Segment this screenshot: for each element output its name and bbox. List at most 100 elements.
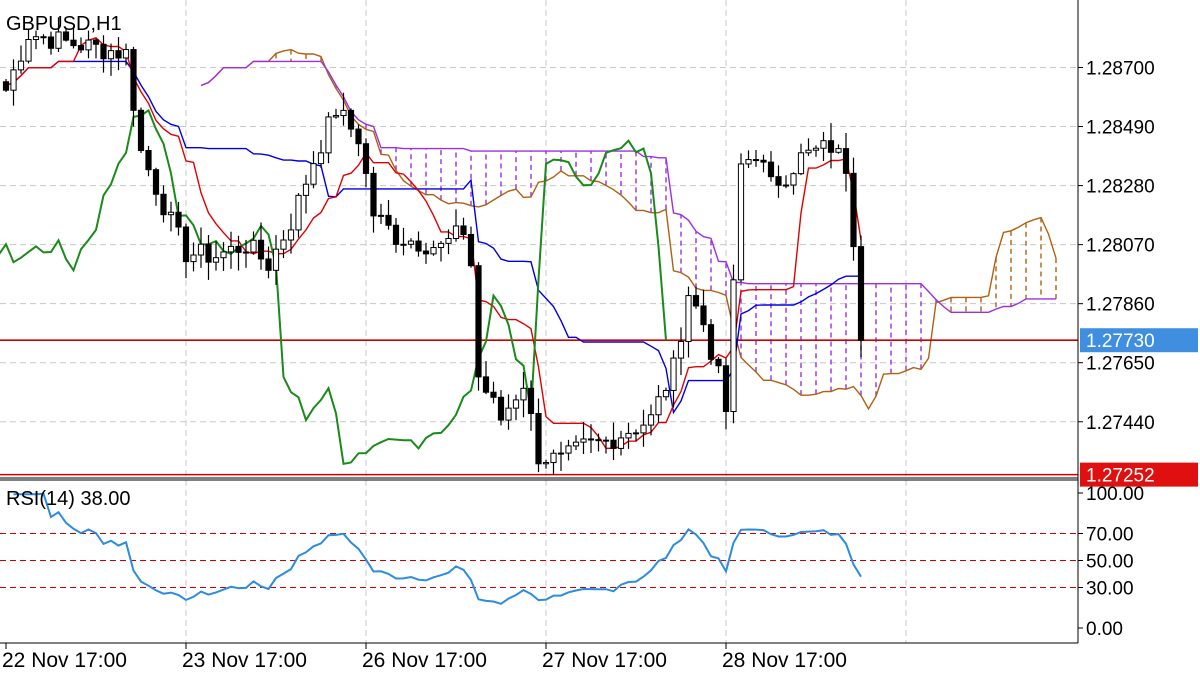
x-tick-label: 22 Nov 17:00: [2, 649, 127, 672]
candle-body: [737, 163, 745, 281]
candle-body: [235, 245, 242, 253]
candle: [775, 165, 782, 198]
candle-body: [130, 49, 137, 111]
candle-body: [670, 357, 677, 391]
candle-body: [122, 49, 130, 59]
candle-body: [505, 407, 512, 421]
candle-body: [707, 324, 715, 360]
candle-body: [550, 452, 557, 464]
y-tick-label: 1.27860: [1086, 295, 1155, 316]
candle: [767, 151, 775, 182]
candle: [160, 185, 167, 223]
candle: [715, 357, 722, 374]
x-tick-label: 23 Nov 17:00: [182, 649, 307, 672]
candle-body: [700, 305, 707, 326]
candle-body: [602, 439, 610, 442]
candle-body: [580, 438, 587, 443]
candle-body: [520, 387, 527, 401]
grid-layer: [0, 0, 1078, 643]
candle-body: [797, 152, 805, 175]
candle-body: [310, 163, 317, 185]
candle: [842, 133, 850, 192]
candle: [107, 43, 115, 76]
candle: [595, 433, 602, 452]
candle-body: [340, 109, 347, 117]
candle: [407, 238, 415, 249]
candle-body: [190, 254, 197, 263]
candle-body: [182, 226, 190, 263]
candle-body: [317, 152, 325, 165]
candle-body: [145, 149, 152, 171]
candles: [2, 17, 865, 475]
candle: [565, 439, 572, 461]
candle-body: [10, 69, 17, 91]
candle-body: [820, 140, 827, 149]
candle: [122, 43, 130, 66]
candle: [685, 286, 692, 358]
candle-body: [482, 376, 490, 393]
chart-svg: 1.28700 1.28490 1.28280 1.28070 1.27860 1.276…: [0, 0, 1198, 672]
candle: [707, 319, 715, 365]
candle: [310, 151, 317, 189]
rsi-y-tick-label: 50.00: [1086, 552, 1134, 573]
candle-body: [107, 50, 115, 60]
candle: [475, 262, 482, 391]
candle-body: [115, 50, 122, 59]
y-tick-label: 1.28280: [1086, 177, 1155, 198]
candle-body: [527, 387, 535, 414]
candle-body: [355, 128, 362, 145]
candle-body: [250, 239, 257, 253]
candle-body: [827, 140, 835, 153]
x-tick-label: 26 Nov 17:00: [362, 649, 487, 672]
candle-body: [265, 258, 272, 271]
candle: [437, 240, 445, 262]
candle-body: [377, 214, 385, 217]
candle: [2, 78, 10, 92]
rsi-y-tick-label: 100.00: [1086, 484, 1144, 505]
candle: [512, 394, 520, 421]
candle: [182, 223, 190, 279]
candle: [497, 390, 505, 426]
candle: [10, 59, 17, 106]
candle-body: [452, 225, 460, 240]
candle-body: [805, 149, 812, 154]
candle-body: [632, 432, 640, 435]
rsi-y-tick-label: 0.00: [1086, 619, 1123, 640]
candle-body: [587, 438, 595, 441]
candle-body: [752, 159, 760, 162]
candle-body: [295, 194, 302, 231]
candle-body: [467, 234, 475, 267]
candle-body: [332, 115, 340, 118]
candle: [17, 45, 25, 74]
candle-body: [850, 172, 857, 248]
candle-body: [220, 251, 227, 259]
candle: [415, 231, 422, 257]
candle-body: [280, 239, 287, 250]
candle-body: [565, 445, 572, 454]
candle-body: [460, 225, 467, 236]
current-price-label: 1.27730: [1086, 331, 1155, 352]
rsi-panel: [0, 492, 1078, 605]
candle-body: [557, 452, 565, 455]
chart-root: 1.28700 1.28490 1.28280 1.28070 1.27860 1.276…: [0, 0, 1200, 675]
candle: [535, 398, 542, 473]
candle-body: [782, 184, 790, 187]
candle: [812, 145, 820, 157]
candle: [47, 31, 55, 55]
candle: [452, 209, 460, 242]
candle-body: [640, 424, 647, 434]
candle: [332, 108, 340, 119]
candle: [467, 226, 475, 268]
candle: [820, 132, 827, 161]
candle-body: [422, 250, 430, 255]
candle-body: [205, 243, 212, 263]
candle-body: [167, 211, 175, 216]
candle-body: [715, 358, 722, 367]
candle: [625, 422, 632, 449]
candle: [797, 143, 805, 176]
candle-body: [647, 414, 655, 426]
candle-body: [722, 365, 730, 413]
rsi-y-tick-label: 70.00: [1086, 525, 1134, 546]
y-tick-label: 1.27650: [1086, 354, 1155, 375]
candle: [295, 193, 302, 238]
